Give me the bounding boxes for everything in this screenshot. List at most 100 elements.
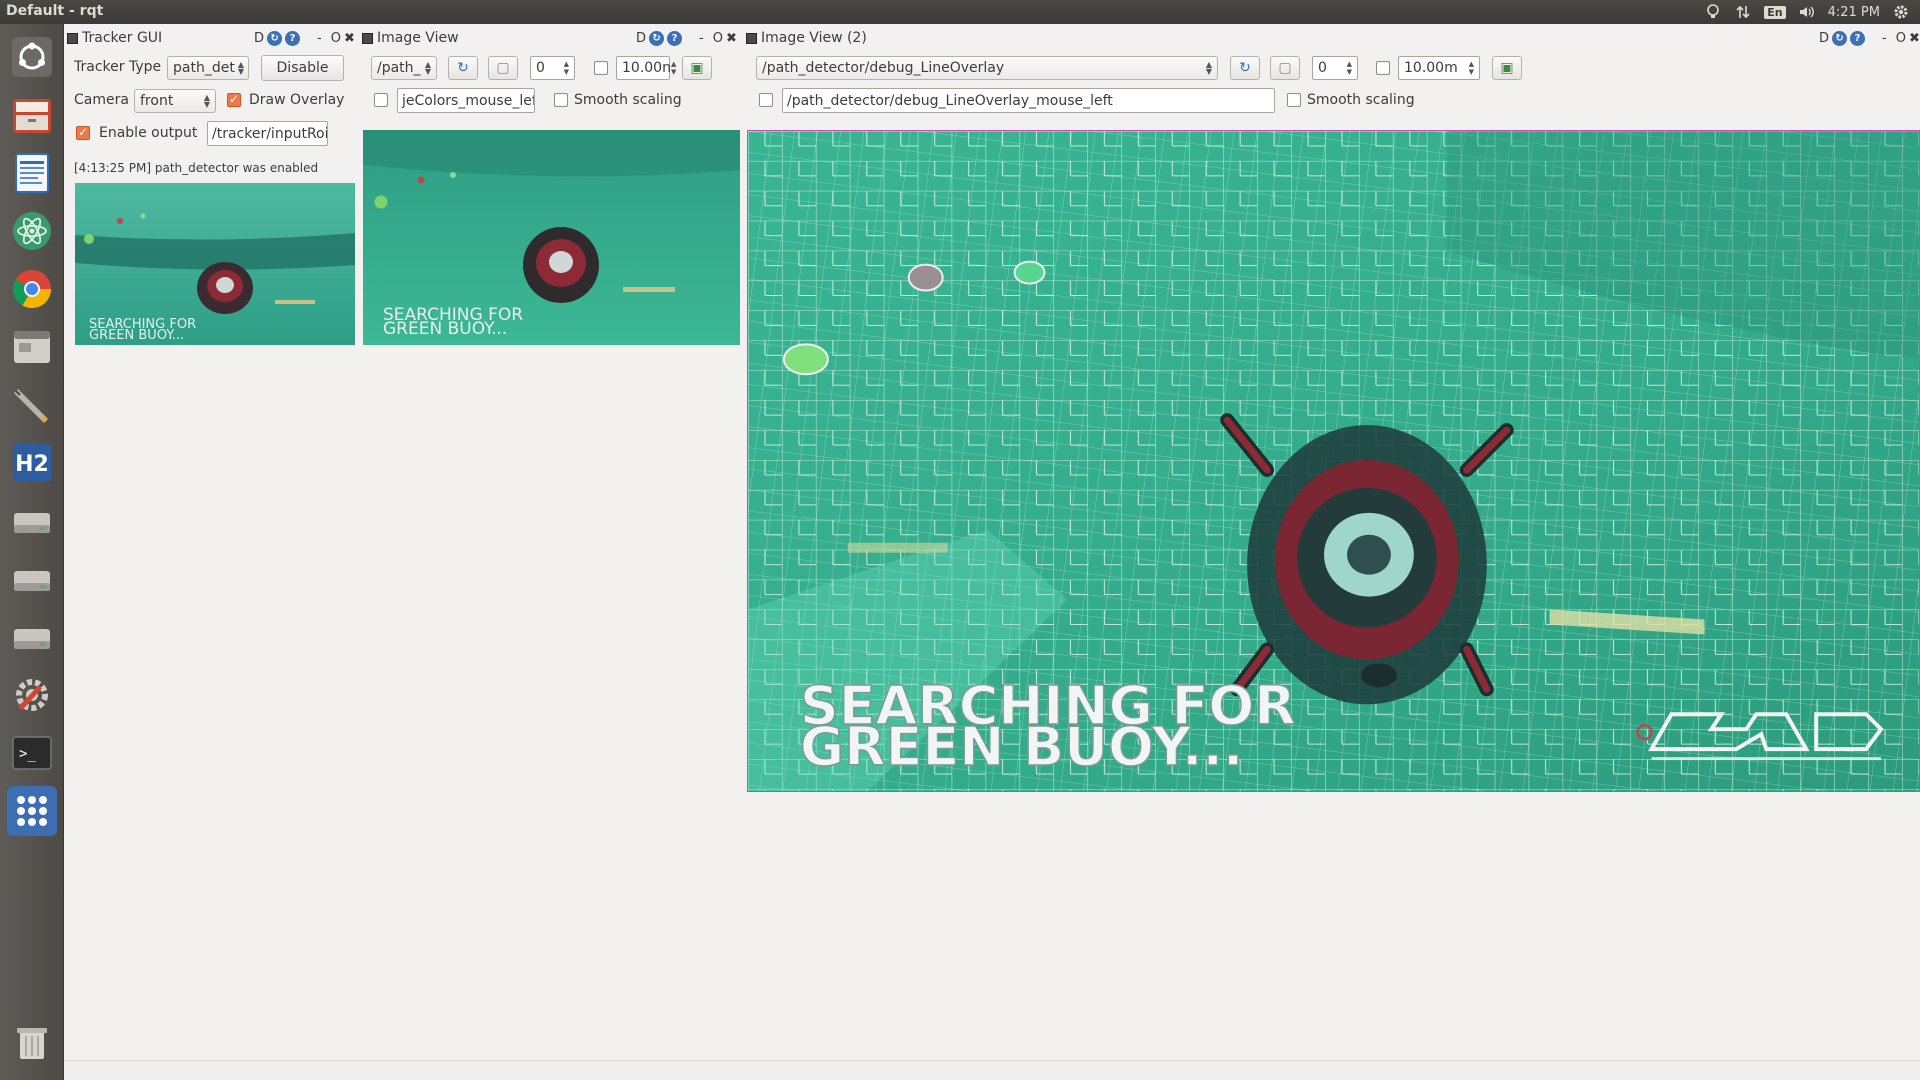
overlay-text: GREEN BUOY...: [800, 715, 1244, 778]
close-icon[interactable]: ✖: [1909, 31, 1920, 46]
max-range-spinner[interactable]: 10.00m ▲ ▼: [1398, 56, 1480, 80]
smooth-scaling-checkbox[interactable]: [1287, 93, 1301, 107]
draw-overlay-checkbox[interactable]: [227, 92, 241, 107]
close-icon[interactable]: ✖: [726, 31, 737, 46]
dock-d-button[interactable]: D: [254, 31, 264, 46]
settings-icon[interactable]: [7, 670, 57, 720]
chevron-updown-icon: ▲ ▼: [563, 60, 569, 76]
image-view-frame[interactable]: SEARCHING FOR GREEN BUOY...: [363, 130, 740, 345]
chevron-updown-icon: ▲ ▼: [1468, 60, 1474, 76]
reload-icon[interactable]: ↻: [1832, 30, 1848, 46]
launcher: H2 >_: [0, 24, 64, 1080]
rqt-workspace: Tracker GUI D ↻ ? - O ✖ Tracker Type pat…: [64, 24, 1920, 1080]
tracker-type-label: Tracker Type: [74, 59, 162, 75]
chevron-updown-icon: ▲ ▼: [424, 60, 431, 76]
overlay-text: GREEN BUOY...: [383, 319, 507, 339]
chevron-updown-icon: ▲ ▼: [203, 93, 210, 109]
dynamic-range-checkbox[interactable]: [1376, 61, 1390, 75]
window-icon[interactable]: [7, 322, 57, 372]
system-indicators: En 4:21 PM: [1704, 0, 1920, 24]
smooth-scaling-label: Smooth scaling: [574, 92, 682, 108]
close-icon[interactable]: ✖: [344, 31, 355, 46]
chevron-updown-icon: ▲ ▼: [237, 60, 244, 76]
dock-minimize-button[interactable]: -: [1882, 31, 1887, 46]
clock[interactable]: 4:21 PM: [1828, 5, 1880, 20]
enable-output-checkbox[interactable]: [76, 125, 90, 140]
image-topic-combo[interactable]: /path_ ▲ ▼: [371, 56, 437, 80]
smooth-scaling-checkbox[interactable]: [554, 93, 568, 107]
system-top-bar: Default - rqt En 4:21 PM: [0, 0, 1920, 24]
smooth-scaling-label: Smooth scaling: [1307, 92, 1415, 108]
dock-float-button[interactable]: O: [331, 31, 341, 46]
writer-icon[interactable]: [7, 148, 57, 198]
rotation-spinner[interactable]: 0 ▲ ▼: [530, 56, 575, 80]
terminal-icon[interactable]: >_: [7, 728, 57, 778]
help-icon[interactable]: ?: [1850, 30, 1866, 46]
pen-tool-icon[interactable]: [7, 380, 57, 430]
atom-icon[interactable]: [7, 206, 57, 256]
output-topic-field[interactable]: /tracker/inputRoi: [207, 121, 328, 146]
volume-icon[interactable]: [1798, 3, 1816, 21]
keyboard-layout-indicator[interactable]: En: [1764, 5, 1786, 19]
disk-icon[interactable]: [7, 496, 57, 546]
dock-d-button[interactable]: D: [636, 31, 646, 46]
svg-text:H2: H2: [15, 452, 49, 477]
chrome-icon[interactable]: [7, 264, 57, 314]
help-icon[interactable]: ?: [285, 30, 301, 46]
log-message: [4:13:25 PM] path_detector was enabled: [74, 161, 319, 175]
dock-d-button[interactable]: D: [1819, 31, 1829, 46]
tracker-dock-title[interactable]: Tracker GUI: [67, 27, 162, 49]
enable-output-label: Enable output: [99, 125, 198, 141]
save-image-button[interactable]: ▣: [682, 56, 712, 80]
disable-button[interactable]: Disable: [261, 55, 344, 81]
reload-icon[interactable]: ↻: [267, 30, 283, 46]
tracker-preview-image: SEARCHING FOR GREEN BUOY...: [75, 183, 355, 345]
dynamic-range-checkbox[interactable]: [594, 61, 608, 75]
mouse-topic-field[interactable]: /path_detector/debug_LineOverlay_mouse_l…: [782, 88, 1275, 113]
chevron-updown-icon: ▲ ▼: [1205, 60, 1212, 76]
disk-icon[interactable]: [7, 612, 57, 662]
save-image-button[interactable]: ▣: [1492, 56, 1522, 80]
apps-grid-icon[interactable]: [7, 786, 57, 836]
zoom-fit-button[interactable]: ▢: [488, 56, 518, 80]
max-range-spinner[interactable]: 10.00n ▲ ▼: [616, 56, 676, 80]
chevron-updown-icon: ▲ ▼: [670, 60, 677, 76]
refresh-icon: ↻: [1239, 60, 1251, 76]
camera-combo[interactable]: front ▲ ▼: [134, 89, 216, 113]
files-icon[interactable]: [7, 90, 57, 140]
h2-icon[interactable]: H2: [7, 438, 57, 488]
lightbulb-icon[interactable]: [1704, 3, 1722, 21]
zoom-fit-button[interactable]: ▢: [1270, 56, 1300, 80]
dock-menu-icon[interactable]: [362, 32, 373, 44]
dock-minimize-button[interactable]: -: [699, 31, 704, 46]
refresh-topics-button[interactable]: ↻: [448, 56, 478, 80]
dock-minimize-button[interactable]: -: [317, 31, 322, 46]
image-2-topic-combo[interactable]: /path_detector/debug_LineOverlay ▲ ▼: [756, 56, 1218, 80]
svg-text:>_: >_: [19, 746, 36, 762]
rotation-spinner[interactable]: 0 ▲ ▼: [1312, 56, 1358, 80]
ubuntu-dash-icon[interactable]: [7, 32, 57, 82]
trash-icon[interactable]: [7, 1018, 57, 1068]
image-save-icon: ▣: [690, 60, 704, 76]
window-title: Default - rqt: [6, 3, 104, 19]
dock-float-button[interactable]: O: [1896, 31, 1906, 46]
image-view-dock-title[interactable]: Image View: [362, 27, 459, 49]
dock-float-button[interactable]: O: [713, 31, 723, 46]
dock-menu-icon[interactable]: [67, 32, 78, 44]
image-view-2-frame[interactable]: SEARCHING FOR GREEN BUOY...: [747, 130, 1920, 792]
network-arrows-icon[interactable]: [1734, 3, 1752, 21]
mouse-topic-field[interactable]: jeColors_mouse_left: [397, 88, 535, 113]
image-view-dock-controls: D ↻ ? - O ✖: [636, 27, 737, 49]
reload-icon[interactable]: ↻: [649, 30, 665, 46]
gear-icon[interactable]: [1892, 3, 1910, 21]
chevron-updown-icon: ▲ ▼: [1346, 60, 1352, 76]
mouse-publish-checkbox[interactable]: [759, 93, 773, 107]
image-view-2-dock-title[interactable]: Image View (2): [746, 27, 867, 49]
help-icon[interactable]: ?: [667, 30, 683, 46]
tracker-type-combo[interactable]: path_det ▲ ▼: [167, 56, 249, 80]
mouse-publish-checkbox[interactable]: [374, 93, 388, 107]
dock-menu-icon[interactable]: [746, 32, 757, 44]
image-save-icon: ▣: [1500, 60, 1514, 76]
disk-icon[interactable]: [7, 554, 57, 604]
refresh-topics-button[interactable]: ↻: [1230, 56, 1260, 80]
